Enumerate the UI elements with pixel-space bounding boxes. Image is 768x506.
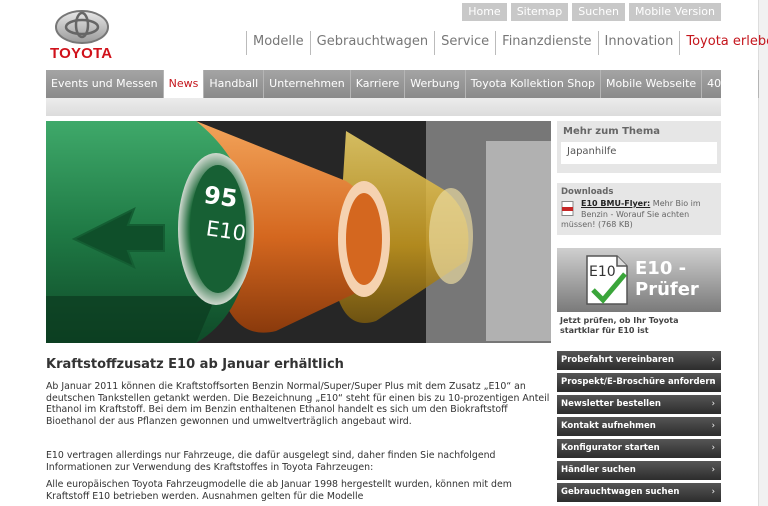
pdf-icon [561,201,574,216]
button-label: Newsletter bestellen [561,399,661,409]
tab-events-und-messen[interactable]: Events und Messen [46,70,164,98]
button-label: Konfigurator starten [561,443,660,453]
subnav-bar [46,98,721,116]
brochure-request-button[interactable]: Prospekt/E-Broschüre anfordern › [557,373,721,392]
contact-button[interactable]: Kontakt aufnehmen › [557,417,721,436]
article-title: Kraftstoffzusatz E10 ab Januar erhältlic… [46,357,344,372]
article-paragraph: E10 vertragen allerdings nur Fahrzeuge, … [46,450,496,473]
main-nav-innovation[interactable]: Innovation [597,31,680,55]
main-nav-toyota-erleben[interactable]: Toyota erleben [679,31,768,55]
util-sitemap-link[interactable]: Sitemap [510,3,569,21]
chevron-right-icon: › [711,443,715,453]
chevron-right-icon: › [711,399,715,409]
toyota-logo[interactable]: TOYOTA [50,10,114,62]
button-label: Probefahrt vereinbaren [561,355,674,365]
util-mobile-version-link[interactable]: Mobile Version [628,3,721,21]
nozzle-label-95: 95 [202,180,240,214]
tab-40-jahre[interactable]: 40 Jahre [702,70,759,98]
button-label: Gebrauchtwagen suchen [561,487,680,497]
toyota-emblem-icon [55,10,109,44]
related-topics-title: Mehr zum Thema [563,126,660,137]
e10-checker-banner[interactable]: E10 E10 - Prüfer [557,248,721,312]
tab-news[interactable]: News [163,70,205,98]
article-paragraph: Alle europäischen Toyota Fahrzeugmodelle… [46,479,512,502]
tab-werbung[interactable]: Werbung [405,70,466,98]
e10-checker-title: E10 - Prüfer [635,258,699,300]
related-link-japanhilfe[interactable]: Japanhilfe [561,142,717,164]
util-home-link[interactable]: Home [462,3,507,21]
e10-title-line1: E10 - [635,258,687,279]
category-nav: Events und Messen News Handball Unterneh… [46,70,759,98]
page-right-border [758,0,768,506]
configurator-button[interactable]: Konfigurator starten › [557,439,721,458]
downloads-title: Downloads [561,187,614,197]
tab-karriere[interactable]: Karriere [351,70,406,98]
chevron-right-icon: › [711,487,715,497]
main-nav-service[interactable]: Service [434,31,495,55]
newsletter-button[interactable]: Newsletter bestellen › [557,395,721,414]
downloads-box: Downloads E10 BMU-Flyer: Mehr Bio im Ben… [557,183,721,235]
tab-unternehmen[interactable]: Unternehmen [264,70,351,98]
tab-kollektion-shop[interactable]: Toyota Kollektion Shop [466,70,601,98]
e10-checker-caption[interactable]: Jetzt prüfen, ob Ihr Toyota startklar fü… [560,316,720,336]
used-car-search-button[interactable]: Gebrauchtwagen suchen › [557,483,721,502]
page: TOYOTA Home Sitemap Suchen Mobile Versio… [0,0,768,506]
button-label: Kontakt aufnehmen [561,421,656,431]
tab-mobile-webseite[interactable]: Mobile Webseite [601,70,703,98]
related-topics-box: Mehr zum Thema Japanhilfe [557,121,721,173]
test-drive-button[interactable]: Probefahrt vereinbaren › [557,351,721,370]
main-nav-modelle[interactable]: Modelle [246,31,310,55]
chevron-right-icon: › [711,355,715,365]
chevron-right-icon: › [711,421,715,431]
download-link-e10-flyer[interactable]: E10 BMU-Flyer: [581,199,650,208]
brand-name: TOYOTA [50,45,113,62]
download-item: E10 BMU-Flyer: Mehr Bio im Benzin - Wora… [557,199,721,231]
main-nav-gebrauchtwagen[interactable]: Gebrauchtwagen [309,31,434,55]
main-nav-finanzdienste[interactable]: Finanzdienste [495,31,597,55]
tab-handball[interactable]: Handball [204,70,265,98]
button-label: Prospekt/E-Broschüre anfordern [561,377,716,387]
dealer-search-button[interactable]: Händler suchen › [557,461,721,480]
button-label: Händler suchen [561,465,636,475]
util-search-link[interactable]: Suchen [572,3,625,21]
utility-nav: Home Sitemap Suchen Mobile Version [462,3,721,21]
article-paragraph: Ab Januar 2011 können die Kraftstoffsort… [46,381,550,427]
e10-icon-label: E10 [589,264,616,280]
hero-image: 95 E10 [46,121,551,343]
main-nav: Modelle Gebrauchtwagen Service Finanzdie… [246,31,768,55]
chevron-right-icon: › [711,377,715,387]
document-check-icon [586,255,628,305]
e10-title-line2: Prüfer [635,279,699,300]
chevron-right-icon: › [711,465,715,475]
